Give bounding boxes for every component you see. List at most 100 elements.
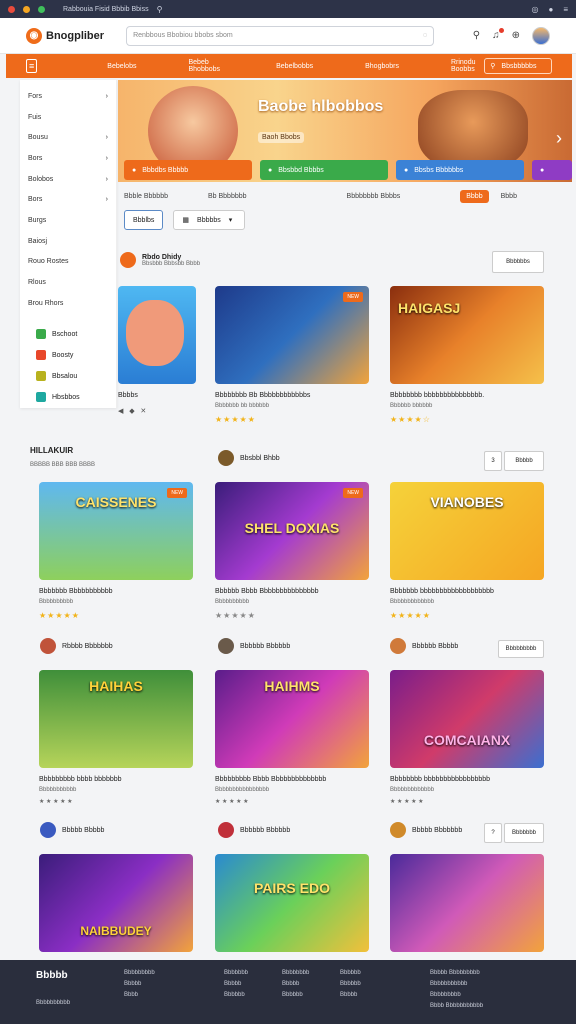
filter-action-button[interactable]: Bbbb	[460, 189, 489, 203]
game-thumbnail[interactable]: PAIRS EDO	[215, 854, 369, 952]
sidebar-item[interactable]: Bousu ›	[20, 127, 116, 148]
sidebar-item[interactable]: Bolobos ›	[20, 169, 116, 190]
game-card[interactable]: NEW CAISSENES Bbbbbbb Bbbbbbbbbbb Bbbbbb…	[39, 482, 193, 620]
nav-item-1[interactable]: Bebelobs	[107, 63, 136, 70]
game-thumbnail[interactable]	[118, 286, 196, 384]
footer-logo[interactable]: Bbbbb	[36, 970, 70, 981]
game-thumbnail[interactable]	[390, 854, 544, 952]
card-publisher[interactable]: Bbbbb Bbbbb	[40, 822, 104, 838]
game-thumbnail[interactable]: HAIHAS	[39, 670, 193, 768]
section2-small-button[interactable]: 3	[484, 451, 502, 471]
notification-icon[interactable]: ♫	[492, 28, 503, 41]
section1-publisher[interactable]: Rbdo Dhidy Bbsbbb Bbbsbb Bbbb	[120, 252, 200, 268]
nav-item-3[interactable]: Bebelbobbs	[276, 63, 313, 70]
close-dot[interactable]	[8, 5, 15, 13]
rating-stars: ★★★★★	[215, 415, 256, 424]
card-publisher[interactable]: Bbbbbb Bbbbbb	[218, 822, 290, 838]
game-thumbnail[interactable]: VIANOBES	[390, 482, 544, 580]
filter-mid[interactable]: Bb Bbbbbbb	[208, 193, 247, 200]
card-publisher[interactable]: Bbbbb Bbbbbbb	[390, 822, 462, 838]
game-card[interactable]: HAIHMS Bbbbbbbbb Bbbb Bbbbbbbbbbbbbb Bbb…	[215, 670, 369, 805]
search-icon[interactable]: ⚲	[473, 30, 480, 41]
game-card[interactable]: NEW Bbbbbbbb Bb Bbbbbbbbbbbbs Bbbbbbb bb…	[215, 286, 369, 424]
sidebar-item[interactable]: Bors ›	[20, 189, 116, 210]
sidebar-item[interactable]: Baiosj	[20, 231, 116, 252]
nav-item-5[interactable]: Rrinodu Boobbs	[451, 59, 484, 73]
pill-1[interactable]: ● Bbbdbs Bbbbb	[124, 160, 252, 180]
game-card[interactable]: NAIBBUDEY	[39, 854, 193, 952]
sidebar-sub-item[interactable]: Hbsbbos	[20, 387, 116, 408]
game-card[interactable]: VIANOBES Bbbbbbb bbbbbbbbbbbbbbbbbbb Bbb…	[390, 482, 544, 620]
voice-icon[interactable]: ◌	[423, 32, 427, 39]
game-thumbnail[interactable]: NAIBBUDEY	[39, 854, 193, 952]
sidebar-sub-item[interactable]: Bbsalou	[20, 366, 116, 387]
sidebar-item[interactable]: Fuis	[20, 107, 116, 128]
minimize-dot[interactable]	[23, 5, 30, 13]
sidebar-sub-item[interactable]: Boosty	[20, 345, 116, 366]
pill-2[interactable]: ● Bbsbbd Bbbbs	[260, 160, 388, 180]
avatar[interactable]	[532, 26, 550, 45]
publisher-avatar	[40, 822, 56, 838]
sidebar-item[interactable]: Burgs	[20, 210, 116, 231]
filter-label: Bbble Bbbbbb	[124, 192, 168, 200]
search-placeholder: Renbbous Bbobiou bbobs sbom	[133, 32, 233, 39]
maximize-dot[interactable]	[38, 5, 45, 13]
hamburger-icon[interactable]: ≡	[26, 59, 38, 73]
card-publisher[interactable]: Rbbbb Bbbbbbb	[40, 638, 113, 654]
account-icon[interactable]: ●	[548, 5, 553, 14]
game-thumbnail[interactable]: HAIGASJ	[390, 286, 544, 384]
footer-col-1: Bbbbbbbbb Bbbbb Bbbb	[124, 970, 155, 998]
category-icon	[36, 392, 46, 403]
game-thumbnail[interactable]: NEW CAISSENES	[39, 482, 193, 580]
card-publisher[interactable]: Bbbbbb Bbbbbb	[218, 638, 290, 654]
filter-far[interactable]: Bbbb	[501, 193, 517, 200]
section2-button[interactable]: Bbbbb	[504, 451, 544, 471]
sidebar-item[interactable]: Rlous	[20, 272, 116, 293]
publisher-avatar	[218, 638, 234, 654]
game-card[interactable]: HAIGASJ Bbbbbbbb bbbbbbbbbbbbbbb. Bbbbbb…	[390, 286, 544, 424]
game-card[interactable]: PAIRS EDO	[215, 854, 369, 952]
pill-3[interactable]: ● Bbsbs Bbbbbbs	[396, 160, 524, 180]
logo-text: Bnogpliber	[46, 29, 105, 42]
sidebar-item[interactable]: Rouo Rostes	[20, 252, 116, 273]
nav-search[interactable]: ⚲ Bbsbbbbbs	[484, 58, 552, 74]
toggle-a[interactable]: Bbblbs	[124, 210, 164, 230]
game-thumbnail[interactable]: NEW SHEL DOXIAS	[215, 482, 369, 580]
game-thumbnail[interactable]: HAIHMS	[215, 670, 369, 768]
settings-icon[interactable]: ◎	[532, 5, 539, 14]
game-card[interactable]: NEW SHEL DOXIAS Bbbbbb Bbbb Bbbbbbbbbbbb…	[215, 482, 369, 620]
menu-icon[interactable]: ≡	[563, 5, 568, 14]
sidebar-item[interactable]: Bors ›	[20, 148, 116, 169]
search-input[interactable]: Renbbous Bbobiou bbobs sbom ◌	[126, 25, 435, 46]
sidebar-item[interactable]: Brou Rhors	[20, 293, 116, 314]
row3-button[interactable]: Bbbbbbb	[504, 823, 544, 843]
section1-button[interactable]: Bbbbbbs	[492, 251, 544, 273]
row2-button[interactable]: Bbbbbbbbb	[498, 640, 544, 658]
game-thumbnail[interactable]: COMCAIANX	[390, 670, 544, 768]
card-publisher[interactable]: Bbbbbb Bbbbb	[390, 638, 458, 654]
cart-icon[interactable]: ⊕	[512, 30, 520, 41]
sidebar: Fors › Fuis Bousu › Bors › Bolobos › Bors › B…	[20, 80, 117, 408]
filter-right[interactable]: Bbbbbbbb Bbbbs	[347, 193, 401, 200]
chevron-right-icon: ›	[105, 175, 108, 183]
section2-publisher[interactable]: Bbsbbl Bhbb	[218, 450, 280, 466]
nav-item-2[interactable]: Bebeb Bhobbobs	[188, 59, 224, 73]
game-card[interactable]	[390, 854, 544, 952]
game-subtitle: Bbbbbbbbbbbbbbbb	[215, 787, 270, 793]
help-button[interactable]: ?	[484, 823, 502, 843]
tag-icon: ●	[132, 166, 137, 174]
sidebar-sub-item[interactable]: Bschoot	[20, 324, 116, 345]
toggle-b[interactable]: ▦ Bbbbbs ▾	[173, 210, 246, 230]
game-card[interactable]: Bbbbs ◀ ◆ ✕	[118, 286, 196, 415]
rating-stars: ★★★★★	[39, 611, 80, 620]
game-thumbnail[interactable]: NEW	[215, 286, 369, 384]
sidebar-item[interactable]: Fors ›	[20, 86, 116, 107]
pill-4[interactable]: ●	[532, 160, 572, 180]
footer: Bbbbb Bbbbbbbbbb Bbbbbbbbb Bbbbb Bbbb Bb…	[0, 960, 576, 1024]
nav-item-4[interactable]: Bhogbobrs	[365, 63, 399, 70]
logo[interactable]: ◉ Bnogpliber	[26, 27, 105, 44]
game-art-title: SHEL DOXIAS	[244, 520, 340, 536]
game-card[interactable]: HAIHAS Bbbbbbbbb bbbb bbbbbbb Bbbbbbbbbb…	[39, 670, 193, 805]
chevron-right-icon[interactable]: ›	[556, 128, 562, 149]
game-card[interactable]: COMCAIANX Bbbbbbbb bbbbbbbbbbbbbbbbb Bbb…	[390, 670, 544, 805]
